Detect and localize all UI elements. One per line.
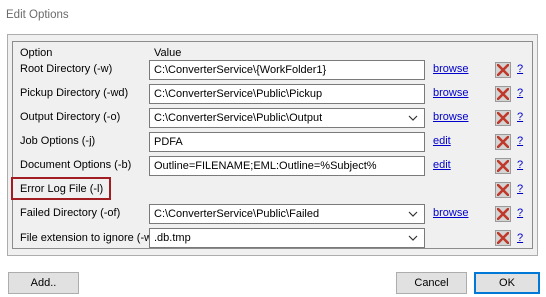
output-directory-combo[interactable]: C:\ConverterService\Public\Output [149,108,425,128]
root-directory-browse-link[interactable]: browse [433,63,468,75]
row-label-output-directory: Output Directory (-o) [20,111,121,123]
root-directory-input[interactable]: C:\ConverterService\{WorkFolder1} [149,60,425,80]
chevron-down-icon[interactable] [408,112,418,124]
ok-button[interactable]: OK [474,272,540,294]
add-button[interactable]: Add.. [8,272,79,294]
column-header-option: Option [20,47,53,59]
job-options-input[interactable]: PDFA [149,132,425,152]
output-directory-help-link[interactable]: ? [517,111,523,123]
failed-directory-value: C:\ConverterService\Public\Failed [154,208,320,220]
chevron-down-icon[interactable] [408,232,418,244]
delete-x-icon [497,184,509,196]
output-directory-value: C:\ConverterService\Public\Output [154,112,323,124]
document-options-delete-button[interactable] [495,158,511,174]
output-directory-delete-button[interactable] [495,110,511,126]
delete-x-icon [497,208,509,220]
row-label-root-directory: Root Directory (-w) [20,63,113,75]
chevron-down-icon[interactable] [408,208,418,220]
file-extension-ignore-delete-button[interactable] [495,230,511,246]
delete-x-icon [497,160,509,172]
delete-x-icon [497,136,509,148]
output-directory-browse-link[interactable]: browse [433,111,468,123]
job-options-delete-button[interactable] [495,134,511,150]
cancel-button[interactable]: Cancel [396,272,467,294]
root-directory-help-link[interactable]: ? [517,63,523,75]
failed-directory-help-link[interactable]: ? [517,207,523,219]
pickup-directory-delete-button[interactable] [495,86,511,102]
column-header-value: Value [154,47,182,59]
pickup-directory-input[interactable]: C:\ConverterService\Public\Pickup [149,84,425,104]
row-label-file-extension-ignore: File extension to ignore (-wfi) [20,232,162,244]
row-label-error-log-file: Error Log File (-l) [20,183,104,195]
row-label-pickup-directory: Pickup Directory (-wd) [20,87,129,99]
delete-x-icon [497,64,509,76]
document-options-edit-link[interactable]: edit [433,159,451,171]
row-label-job-options: Job Options (-j) [20,135,96,147]
pickup-directory-browse-link[interactable]: browse [433,87,468,99]
document-options-input[interactable]: Outline=FILENAME;EML:Outline=%Subject% [149,156,425,176]
row-label-failed-directory: Failed Directory (-of) [20,207,121,219]
failed-directory-combo[interactable]: C:\ConverterService\Public\Failed [149,204,425,224]
error-log-help-link[interactable]: ? [517,183,523,195]
root-directory-delete-button[interactable] [495,62,511,78]
file-extension-ignore-help-link[interactable]: ? [517,232,523,244]
job-options-edit-link[interactable]: edit [433,135,451,147]
delete-x-icon [497,232,509,244]
failed-directory-delete-button[interactable] [495,206,511,222]
file-extension-ignore-value: .db.tmp [154,232,191,244]
document-options-help-link[interactable]: ? [517,159,523,171]
job-options-help-link[interactable]: ? [517,135,523,147]
error-log-delete-button[interactable] [495,182,511,198]
pickup-directory-help-link[interactable]: ? [517,87,523,99]
file-extension-ignore-combo[interactable]: .db.tmp [149,228,425,248]
failed-directory-browse-link[interactable]: browse [433,207,468,219]
delete-x-icon [497,88,509,100]
row-label-document-options: Document Options (-b) [20,159,132,171]
window-title: Edit Options [6,9,69,21]
delete-x-icon [497,112,509,124]
